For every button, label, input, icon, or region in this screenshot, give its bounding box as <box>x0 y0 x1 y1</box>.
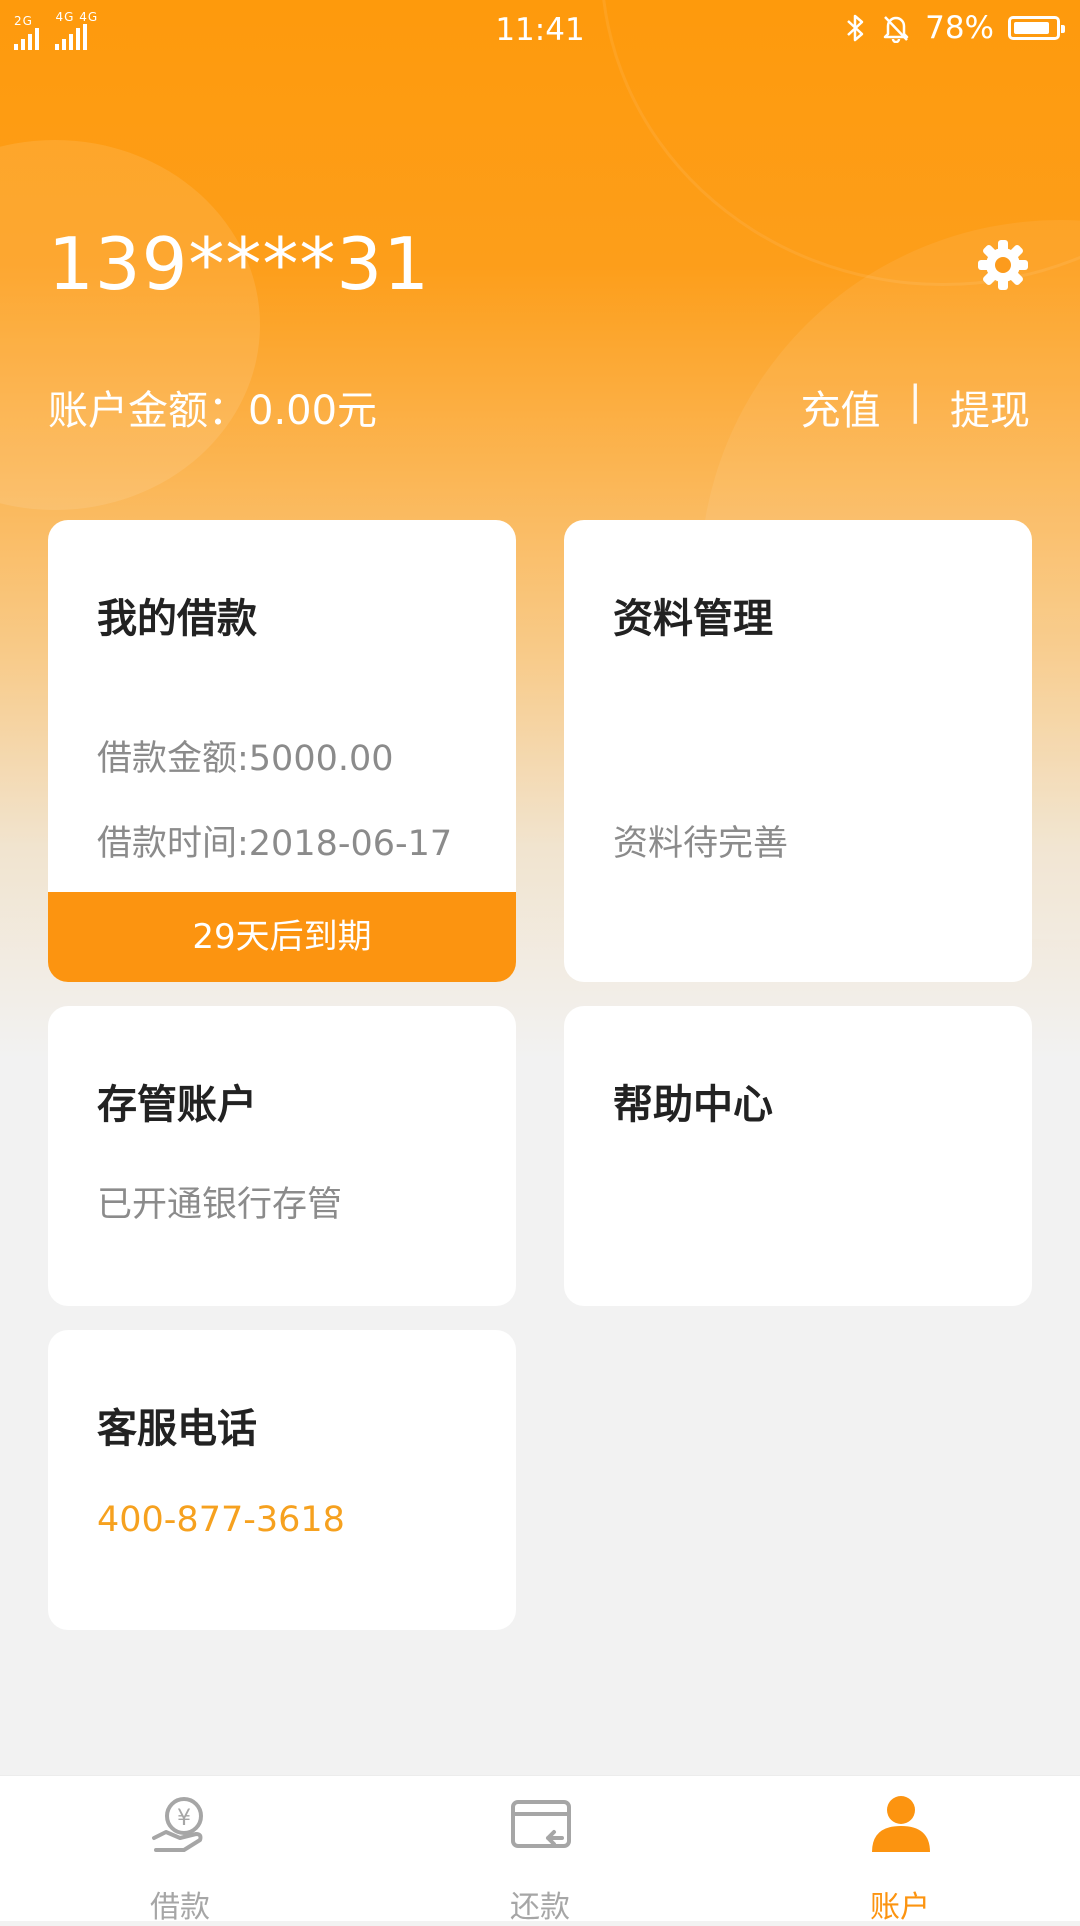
profile-status: 资料待完善 <box>613 824 789 864</box>
custody-status: 已开通银行存管 <box>97 1185 343 1225</box>
tab-label: 账户 <box>870 1890 930 1925</box>
battery-percent: 78% <box>925 10 994 46</box>
balance-actions: 充值 | 提现 <box>801 378 1030 436</box>
user-phone: 139****31 <box>48 222 431 306</box>
card-title: 资料管理 <box>613 596 773 642</box>
customer-service-card[interactable]: 客服电话 400-877-3618 <box>48 1330 516 1630</box>
tab-repay[interactable]: 还款 <box>420 1776 660 1925</box>
settings-gear-icon[interactable] <box>976 238 1030 292</box>
loan-date: 借款时间:2018-06-17 <box>97 824 453 864</box>
status-bar: 2G 4G 4G 11:41 78% <box>0 0 1080 56</box>
tab-loan[interactable]: ¥ 借款 <box>60 1776 300 1925</box>
card-title: 帮助中心 <box>613 1082 773 1128</box>
my-loan-card[interactable]: 我的借款 借款金额:5000.00 借款时间:2018-06-17 29天后到期 <box>48 520 516 982</box>
loan-icon: ¥ <box>152 1797 203 1852</box>
loan-amount: 借款金额:5000.00 <box>97 739 394 779</box>
withdraw-link[interactable]: 提现 <box>950 378 1030 436</box>
account-balance: 账户金额：0.00元 <box>48 388 378 434</box>
card-title: 存管账户 <box>97 1082 257 1128</box>
tab-label: 借款 <box>150 1890 210 1925</box>
bluetooth-icon <box>847 14 864 42</box>
svg-text:¥: ¥ <box>177 1806 191 1831</box>
battery-icon <box>1008 16 1065 40</box>
bottom-tab-bar: ¥ 借款 还款 账户 <box>0 1775 1080 1925</box>
divider: | <box>908 378 922 424</box>
due-badge: 29天后到期 <box>48 892 516 982</box>
help-center-card[interactable]: 帮助中心 <box>564 1006 1032 1306</box>
custody-account-card[interactable]: 存管账户 已开通银行存管 <box>48 1006 516 1306</box>
repay-icon <box>511 1800 571 1848</box>
tab-account[interactable]: 账户 <box>780 1776 1020 1925</box>
card-title: 我的借款 <box>97 596 257 642</box>
recharge-link[interactable]: 充值 <box>801 378 881 436</box>
mute-bell-icon <box>883 16 909 43</box>
service-phone-link[interactable]: 400-877-3618 <box>97 1500 345 1540</box>
tab-label: 还款 <box>510 1890 570 1925</box>
decor-circle <box>0 140 260 510</box>
account-icon <box>872 1796 930 1852</box>
profile-management-card[interactable]: 资料管理 资料待完善 <box>564 520 1032 982</box>
card-title: 客服电话 <box>97 1406 257 1452</box>
